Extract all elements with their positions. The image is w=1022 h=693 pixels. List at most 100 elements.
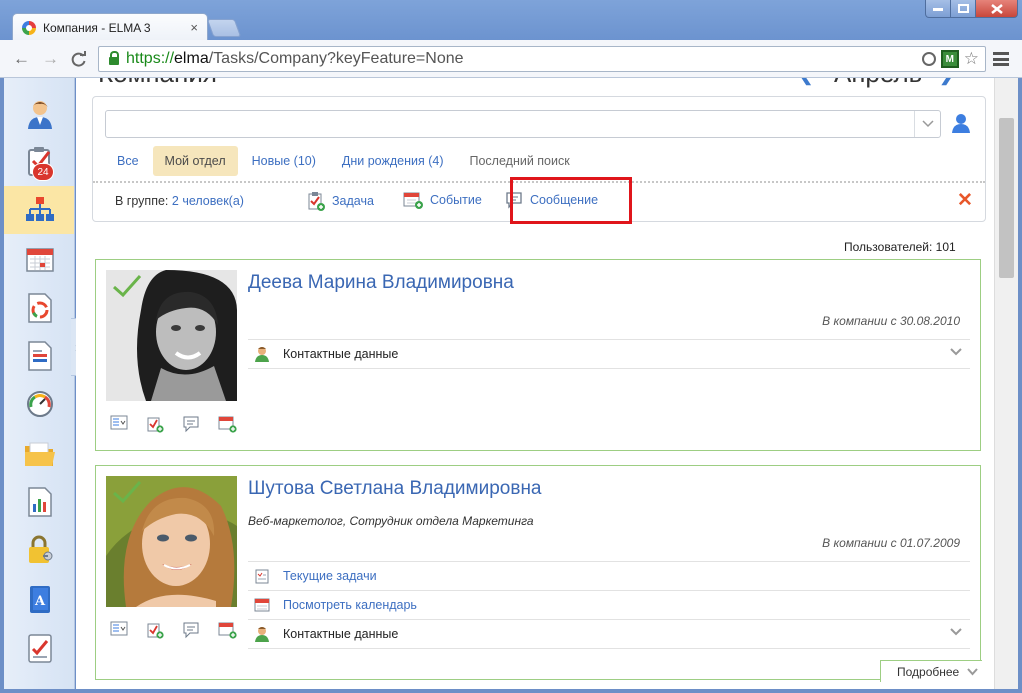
employee-card: Шутова Светлана Владимировна Веб-маркето… (95, 465, 982, 682)
task-add-icon[interactable] (146, 621, 164, 639)
page-title: Компания (98, 78, 217, 89)
employment-date: В компании с 01.07.2009 (822, 536, 960, 550)
maximize-icon (957, 4, 969, 13)
details-menu-icon[interactable] (110, 621, 128, 637)
message-icon[interactable] (182, 621, 200, 639)
elma-favicon-icon (22, 20, 36, 35)
sidebar-item-projects[interactable] (4, 624, 74, 672)
lock-key-icon (28, 535, 52, 563)
address-bar[interactable]: https://elma/Tasks/Company?keyFeature=No… (98, 46, 986, 72)
close-icon (990, 3, 1003, 14)
task-add-icon[interactable] (146, 415, 164, 433)
details-menu-icon[interactable] (110, 415, 128, 431)
contact-data-row[interactable]: Контактные данные (248, 340, 970, 368)
scrollbar-thumb[interactable] (999, 118, 1014, 278)
tasks-count-badge: 24 (32, 163, 54, 181)
group-event-button[interactable]: Событие (403, 191, 482, 209)
tab-birthdays[interactable]: Дни рождения (4) (330, 146, 456, 176)
group-members-link[interactable]: 2 человек(а) (172, 194, 244, 208)
book-icon: A (29, 586, 50, 613)
svg-text:A: A (33, 594, 45, 609)
window-minimize-button[interactable] (925, 0, 951, 18)
employee-name-link[interactable]: Деева Марина Владимировна (248, 272, 514, 294)
page-scrollbar[interactable] (994, 78, 1018, 689)
current-tasks-row[interactable]: Текущие задачи (248, 562, 970, 590)
event-add-icon[interactable] (218, 415, 238, 433)
browser-titlebar: Компания - ELMA 3 × (0, 0, 1022, 41)
sidebar-item-calendar[interactable] (4, 236, 74, 284)
sidebar-item-profile[interactable] (4, 90, 74, 138)
next-month-button[interactable]: ❯ (938, 78, 956, 86)
browser-menu-icon[interactable] (993, 52, 1009, 66)
window-close-button[interactable] (975, 0, 1018, 18)
sidebar-item-processes[interactable] (4, 284, 74, 332)
tab-my-department[interactable]: Мой отдел (152, 146, 238, 176)
forward-button[interactable]: → (42, 49, 59, 69)
bookmark-star-icon[interactable]: ☆ (964, 50, 979, 68)
event-add-icon[interactable] (218, 621, 238, 639)
month-label: Апрель (834, 78, 922, 89)
extension-icon[interactable]: M (940, 50, 959, 68)
contact-person-icon (255, 347, 269, 362)
reload-icon[interactable] (70, 51, 87, 68)
sidebar-item-kpi[interactable] (4, 380, 74, 428)
chevron-down-icon[interactable] (950, 347, 962, 357)
gauge-icon (26, 391, 53, 417)
message-icon[interactable] (182, 415, 200, 433)
select-user-icon[interactable] (951, 113, 971, 136)
back-button[interactable]: ← (13, 49, 30, 69)
group-info: В группе: 2 человек(а) (115, 194, 244, 208)
sidebar-item-documents[interactable] (4, 332, 74, 380)
sidebar-item-security[interactable] (4, 526, 74, 574)
chevron-down-icon[interactable] (914, 111, 940, 137)
tab-close-icon[interactable]: × (190, 21, 198, 34)
sidebar-item-files[interactable] (4, 430, 74, 478)
view-calendar-row[interactable]: Посмотреть календарь (248, 591, 970, 619)
contact-data-row[interactable]: Контактные данные (248, 620, 970, 648)
card-actions (110, 415, 238, 433)
page-content: Компания ❮ Апрель ❯ Все Мой отдел Новые … (76, 78, 994, 689)
group-task-button[interactable]: Задача (307, 191, 374, 211)
clear-filter-icon[interactable]: ✕ (957, 191, 973, 211)
task-add-icon (308, 192, 325, 211)
contact-person-icon (255, 627, 269, 642)
reports-chart-icon (27, 487, 52, 517)
chevron-down-icon (967, 667, 978, 675)
calendar-icon (25, 248, 54, 272)
processes-document-icon (27, 293, 52, 323)
org-chart-icon (25, 197, 54, 221)
tasks-list-icon (255, 569, 269, 584)
window-maximize-button[interactable] (950, 0, 976, 18)
users-count: Пользователей: 101 (844, 240, 956, 254)
row-divider (248, 648, 970, 649)
browser-toolbar: ← → https://elma/Tasks/Company?keyFeatur… (0, 40, 1022, 78)
active-status-check-icon (113, 480, 142, 504)
more-button[interactable]: Подробнее (880, 660, 982, 682)
prev-month-button[interactable]: ❮ (796, 78, 814, 86)
sidebar-item-tasks[interactable]: 24 (4, 138, 74, 186)
user-profile-icon (27, 101, 52, 129)
calendar-icon (254, 598, 270, 612)
employee-search-input[interactable] (105, 110, 941, 138)
minimize-icon (933, 7, 943, 11)
filter-panel: Все Мой отдел Новые (10) Дни рождения (4… (92, 96, 986, 224)
documents-icon (27, 341, 52, 371)
employment-date: В компании с 30.08.2010 (822, 314, 960, 328)
sidebar-item-knowledge[interactable]: A (4, 576, 74, 624)
tab-last-search[interactable]: Последний поиск (458, 146, 582, 176)
employee-name-link[interactable]: Шутова Светлана Владимировна (248, 478, 542, 500)
folder-icon (24, 442, 55, 466)
event-add-icon (403, 192, 423, 209)
message-highlight-frame (510, 177, 632, 224)
employee-card: Деева Марина Владимировна В компании с 3… (95, 259, 981, 451)
browser-tab[interactable]: Компания - ELMA 3 × (12, 13, 208, 41)
group-label: В группе: (115, 194, 169, 208)
tab-all[interactable]: Все (105, 146, 151, 176)
tab-new[interactable]: Новые (10) (240, 146, 328, 176)
new-tab-button[interactable] (206, 19, 242, 37)
sidebar-item-reports[interactable] (4, 478, 74, 526)
tab-title: Компания - ELMA 3 (43, 20, 151, 35)
sidebar-item-company[interactable] (4, 186, 74, 234)
chevron-down-icon[interactable] (950, 627, 962, 637)
zoom-icon[interactable] (921, 52, 936, 66)
